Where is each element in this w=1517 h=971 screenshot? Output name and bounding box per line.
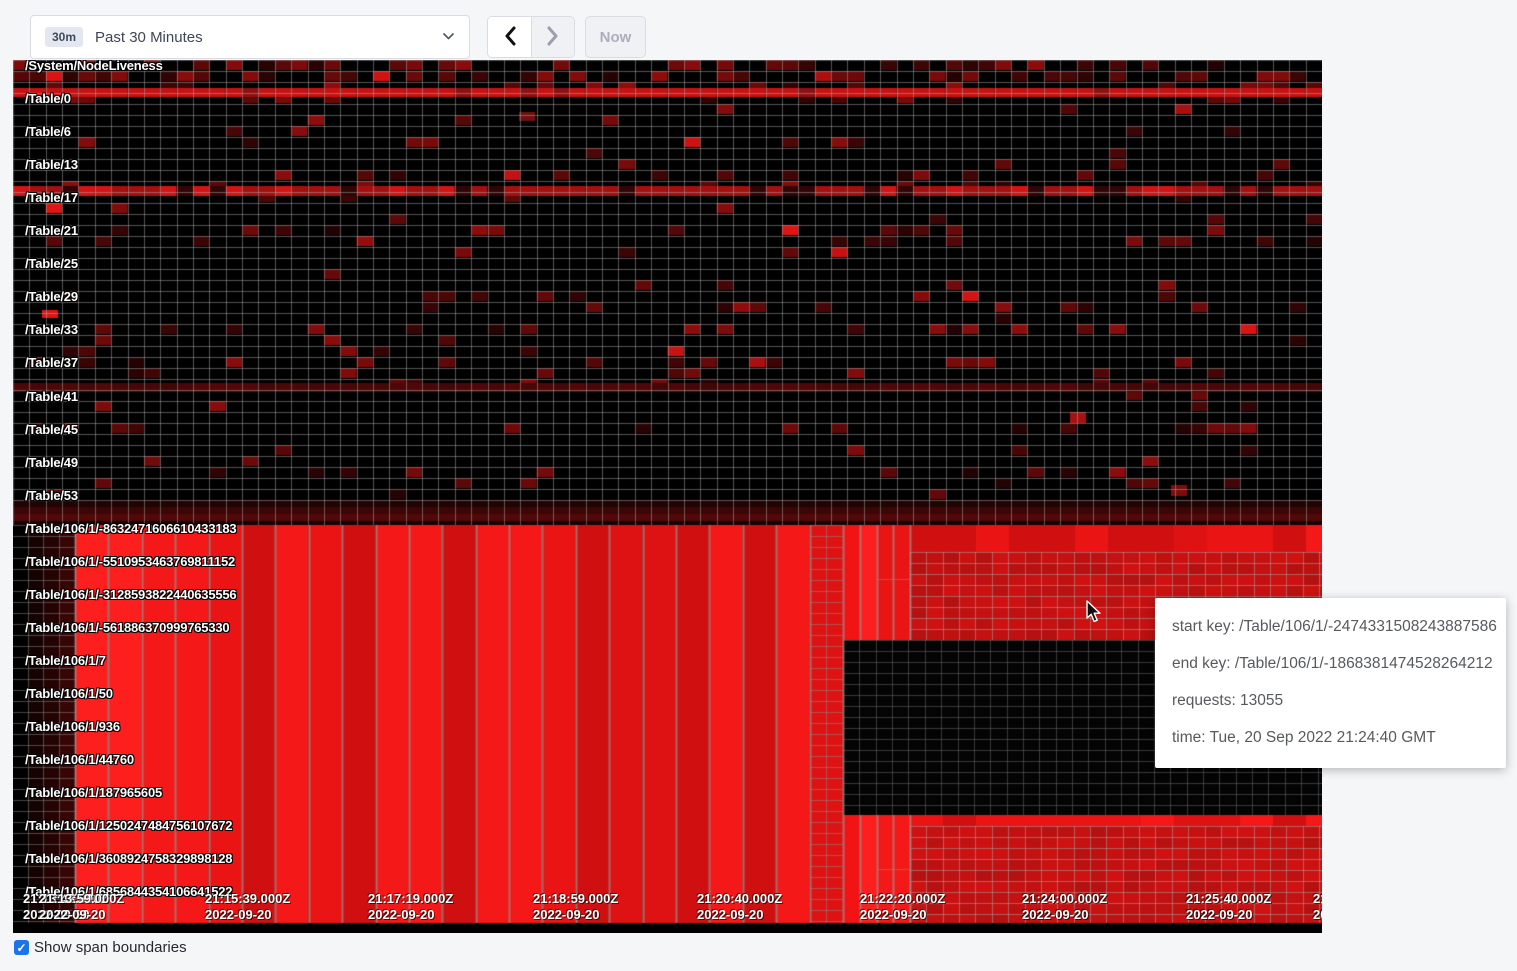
tooltip-time: time: Tue, 20 Sep 2022 21:24:40 GMT: [1172, 719, 1489, 756]
row-label: /Table/106/1/-3128593822440635556: [25, 587, 236, 602]
mouse-cursor-icon: [1083, 600, 1105, 629]
hover-tooltip: start key: /Table/106/1/-247433150824388…: [1155, 598, 1506, 768]
row-label: /Table/17: [25, 190, 78, 205]
row-label: /Table/25: [25, 256, 78, 271]
x-axis-label: 21:17:19.000Z2022-09-20: [368, 891, 453, 923]
row-label: /Table/21: [25, 223, 78, 238]
row-label: /Table/106/1/-561886370999765330: [25, 620, 229, 635]
x-axis-label: 21:20:40.000Z2022-09-20: [697, 891, 782, 923]
chevron-right-icon: [547, 26, 559, 49]
row-label: /Table/106/1/1250247484756107672: [25, 818, 232, 833]
time-range-badge: 30m: [45, 27, 83, 47]
row-label: /Table/106/1/936: [25, 719, 120, 734]
tooltip-requests: requests: 13055: [1172, 682, 1489, 719]
row-label: /Table/13: [25, 157, 78, 172]
time-nav-group: [487, 16, 575, 58]
x-axis-label: 21:18:59.000Z2022-09-20: [533, 891, 618, 923]
now-button[interactable]: Now: [585, 16, 646, 58]
row-label: /Table/106/1/44760: [25, 752, 134, 767]
tooltip-end-key: end key: /Table/106/1/-18683814745282642…: [1172, 645, 1489, 682]
x-axis-label: 21:27:20.000Z2022-09-20: [1313, 891, 1322, 923]
key-visualizer-heatmap[interactable]: /System/NodeLiveness/Table/0/Table/6/Tab…: [13, 60, 1322, 933]
row-label: /Table/49: [25, 455, 78, 470]
x-axis-label: 21:22:20.000Z2022-09-20: [860, 891, 945, 923]
row-label: /Table/106/1/50: [25, 686, 113, 701]
row-label: /Table/33: [25, 322, 78, 337]
row-label: /Table/53: [25, 488, 78, 503]
x-axis-label: 21:25:40.000Z2022-09-20: [1186, 891, 1271, 923]
row-label: /Table/41: [25, 389, 78, 404]
row-label: /Table/0: [25, 91, 71, 106]
show-span-boundaries-checkbox[interactable]: ✓: [14, 940, 29, 955]
row-label: /Table/106/1/187965605: [25, 785, 162, 800]
row-label: /Table/45: [25, 422, 78, 437]
row-label: /Table/29: [25, 289, 78, 304]
row-label: /Table/6: [25, 124, 71, 139]
x-axis-label: 21:24:00.000Z2022-09-20: [1022, 891, 1107, 923]
row-label: /Table/37: [25, 355, 78, 370]
time-range-select[interactable]: 30m Past 30 Minutes: [30, 15, 470, 59]
x-axis-label: 21:15:39.000Z2022-09-20: [205, 891, 290, 923]
chevron-down-icon: [442, 28, 455, 46]
chevron-left-icon: [504, 26, 516, 49]
row-label: /System/NodeLiveness: [25, 60, 163, 73]
show-span-boundaries-label: Show span boundaries: [34, 939, 187, 956]
tooltip-start-key: start key: /Table/106/1/-247433150824388…: [1172, 608, 1489, 645]
prev-time-button[interactable]: [488, 17, 531, 57]
row-label: /Table/106/1/-5510953463769811152: [25, 554, 235, 569]
time-range-label: Past 30 Minutes: [95, 29, 203, 46]
heatmap-canvas[interactable]: [13, 60, 1322, 933]
next-time-button[interactable]: [531, 17, 574, 57]
x-axis-label: 21:13:59.000Z2022-09-20: [39, 891, 124, 923]
row-label: /Table/106/1/-8632471606610433183: [25, 521, 236, 536]
row-label: /Table/106/1/3608924758329898128: [25, 851, 232, 866]
footer-controls: ✓ Show span boundaries: [14, 939, 187, 956]
row-label: /Table/106/1/7: [25, 653, 106, 668]
